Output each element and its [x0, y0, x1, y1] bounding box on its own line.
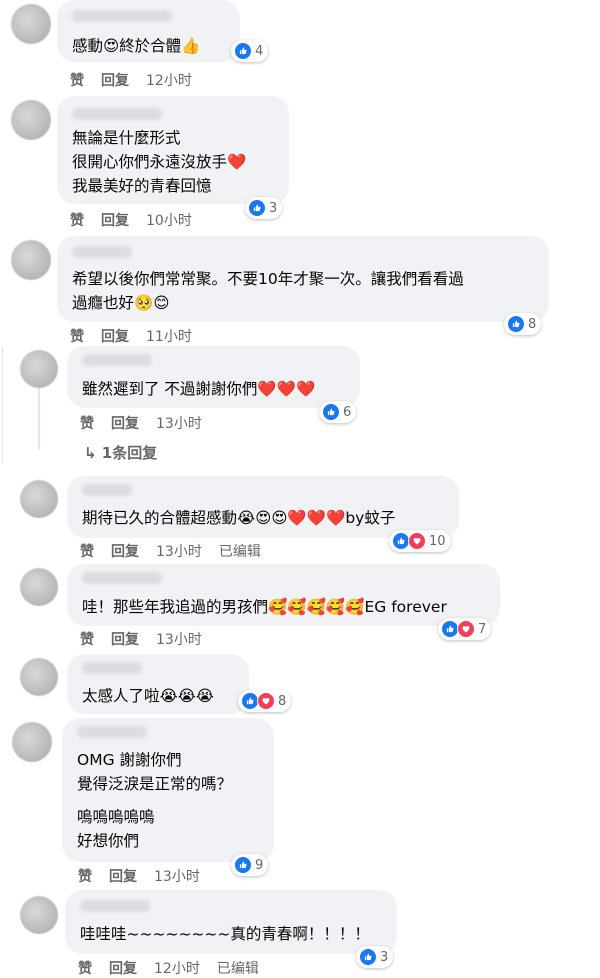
avatar[interactable]: [20, 896, 58, 934]
comment-bubble: 哇哇哇~~~~~~~~真的青春啊！！！！: [65, 890, 397, 954]
thumbs-up-icon: [248, 199, 266, 217]
comment-actions: 赞 回复 10小时: [70, 210, 192, 230]
edited-label[interactable]: 已编辑: [217, 958, 259, 978]
reaction-count[interactable]: 9: [231, 854, 269, 876]
reaction-count[interactable]: 4: [231, 40, 269, 62]
comment-actions: 赞 回复 13小时: [80, 629, 202, 649]
timestamp[interactable]: 10小时: [146, 210, 192, 230]
reply-button[interactable]: 回复: [109, 958, 137, 978]
comment-text: 期待已久的合體超感動😭😍😍❤️❤️❤️by蚊子: [82, 509, 396, 527]
timestamp[interactable]: 13小时: [156, 629, 202, 649]
avatar[interactable]: [20, 658, 58, 696]
author-name[interactable]: [82, 354, 152, 366]
comment-text-line: 無論是什麼形式: [72, 129, 181, 147]
comment-text-line: OMG 謝謝你們: [77, 751, 182, 769]
like-button[interactable]: 赞: [80, 541, 94, 561]
thumbs-up-icon: [359, 948, 377, 966]
author-name[interactable]: [82, 484, 132, 496]
comment-bubble: 希望以後你們常常聚。不要10年才聚一次。讓我們看看過 過癮也好🥺😊: [57, 236, 549, 322]
reaction-count[interactable]: 10: [389, 530, 451, 552]
avatar[interactable]: [20, 568, 58, 606]
reply-button[interactable]: 回复: [111, 413, 139, 433]
comment-text: 太感人了啦😭😭😭: [82, 687, 214, 705]
reply-arrow-icon: ↳: [84, 444, 102, 462]
reaction-count[interactable]: 6: [319, 401, 357, 423]
reaction-count[interactable]: 3: [245, 197, 283, 219]
avatar[interactable]: [20, 480, 58, 518]
reaction-count[interactable]: 8: [504, 313, 542, 335]
timestamp[interactable]: 11小时: [146, 326, 192, 346]
edited-label[interactable]: 已编辑: [219, 541, 261, 561]
comment-actions: 赞 回复 11小时: [70, 326, 192, 346]
heart-icon: [408, 532, 426, 550]
like-button[interactable]: 赞: [70, 210, 84, 230]
comment-bubble: 哇！那些年我追過的男孩們🥰🥰🥰🥰🥰EG forever: [67, 564, 500, 626]
view-replies-link[interactable]: ↳ 1条回复: [84, 442, 157, 463]
comment-bubble: 雖然遲到了 不過謝謝你們❤️❤️❤️: [67, 346, 360, 408]
comment-bubble: 感動😍終於合體👍: [57, 0, 240, 62]
heart-icon: [257, 692, 275, 710]
comment-text: 哇！那些年我追過的男孩們🥰🥰🥰🥰🥰EG forever: [82, 598, 447, 616]
like-button[interactable]: 赞: [70, 326, 84, 346]
comment-actions: 赞 回复 12小时: [70, 70, 192, 90]
author-name[interactable]: [72, 10, 172, 22]
comment-text-line: 好想你們: [77, 832, 140, 850]
timestamp[interactable]: 13小时: [154, 866, 200, 886]
avatar[interactable]: [20, 350, 58, 388]
author-name[interactable]: [72, 246, 132, 258]
comment-text: 雖然遲到了 不過謝謝你們❤️❤️❤️: [82, 380, 316, 398]
timestamp[interactable]: 12小时: [146, 70, 192, 90]
reply-button[interactable]: 回复: [111, 629, 139, 649]
reaction-count[interactable]: 7: [438, 618, 492, 640]
reaction-count[interactable]: 8: [238, 690, 292, 712]
reply-button[interactable]: 回复: [109, 866, 137, 886]
like-button[interactable]: 赞: [78, 958, 92, 978]
timestamp[interactable]: 13小时: [156, 413, 202, 433]
comment-bubble: 太感人了啦😭😭😭: [67, 654, 249, 714]
heart-icon: [457, 620, 475, 638]
comment-actions: 赞 回复 13小时: [78, 866, 200, 886]
author-name[interactable]: [72, 108, 162, 120]
thumbs-up-icon: [234, 42, 252, 60]
comment-text: 哇哇哇~~~~~~~~真的青春啊！！！！: [80, 925, 370, 943]
thumbs-up-icon: [322, 403, 340, 421]
comment-text: 感動😍終於合體👍: [72, 37, 201, 55]
comment-bubble: 期待已久的合體超感動😭😍😍❤️❤️❤️by蚊子: [67, 476, 459, 538]
comment-bubble: 無論是什麼形式 很開心你們永遠沒放手❤️ 我最美好的青春回憶: [57, 96, 289, 204]
avatar[interactable]: [11, 100, 51, 140]
thread-line: [2, 346, 3, 464]
timestamp[interactable]: 12小时: [154, 958, 200, 978]
author-name[interactable]: [82, 662, 142, 674]
reaction-count[interactable]: 3: [356, 946, 394, 968]
comment-text-line: 我最美好的青春回憶: [72, 177, 212, 195]
reply-button[interactable]: 回复: [101, 326, 129, 346]
author-name[interactable]: [80, 900, 150, 912]
reply-button[interactable]: 回复: [101, 70, 129, 90]
reply-button[interactable]: 回复: [101, 210, 129, 230]
comment-actions: 赞 回复 13小时: [80, 413, 202, 433]
thumbs-up-icon: [234, 856, 252, 874]
comment-actions: 赞 回复 12小时 已编辑: [78, 958, 259, 978]
comment-text-line: 覺得泛淚是正常的嗎？: [77, 775, 233, 793]
comment-text-line: 嗚嗚嗚嗚嗚: [77, 808, 155, 826]
reply-button[interactable]: 回复: [111, 541, 139, 561]
comment-text-line: 過癮也好🥺😊: [72, 294, 170, 312]
avatar[interactable]: [11, 4, 51, 44]
thumbs-up-icon: [507, 315, 525, 333]
like-button[interactable]: 赞: [78, 866, 92, 886]
author-name[interactable]: [82, 572, 162, 584]
like-button[interactable]: 赞: [80, 629, 94, 649]
author-name[interactable]: [77, 726, 147, 738]
comment-text-line: 很開心你們永遠沒放手❤️: [72, 153, 247, 171]
like-button[interactable]: 赞: [70, 70, 84, 90]
avatar[interactable]: [11, 240, 51, 280]
comment-text-line: 希望以後你們常常聚。不要10年才聚一次。讓我們看看過: [72, 270, 464, 288]
comment-bubble: OMG 謝謝你們 覺得泛淚是正常的嗎？ 嗚嗚嗚嗚嗚 好想你們: [62, 718, 274, 862]
timestamp[interactable]: 13小时: [156, 541, 202, 561]
like-button[interactable]: 赞: [80, 413, 94, 433]
avatar[interactable]: [12, 722, 52, 762]
comment-actions: 赞 回复 13小时 已编辑: [80, 541, 261, 561]
